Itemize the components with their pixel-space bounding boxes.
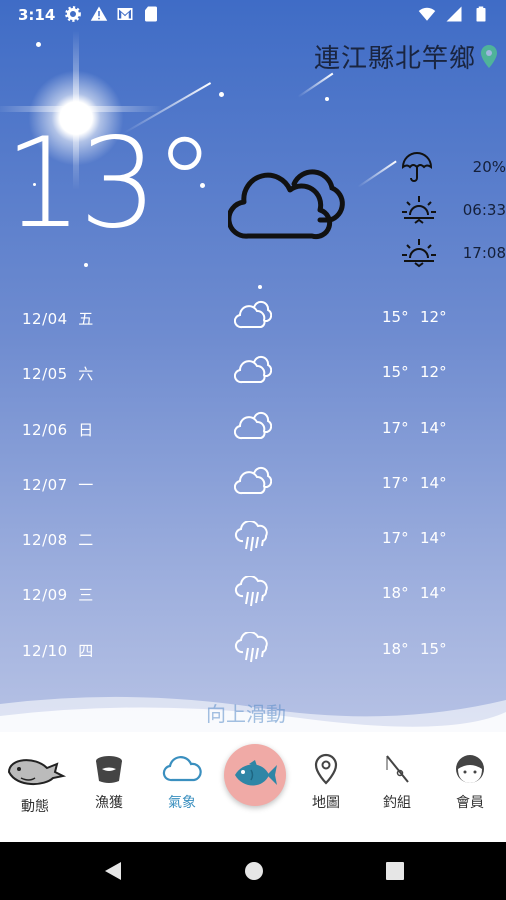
- rain-chance: 20%: [400, 148, 506, 191]
- forecast-date: 12/05 六: [22, 365, 94, 384]
- rain-cloud-icon: [234, 576, 268, 607]
- battery-icon: [476, 6, 486, 22]
- fish-fab-button[interactable]: [224, 744, 286, 806]
- forecast-list: 12/04 五 15° 12° 12/05 六 15° 12° 12/06 日 …: [0, 290, 506, 677]
- rain-chance-value: 20%: [472, 158, 506, 176]
- shooting-star: [357, 160, 397, 188]
- status-bar: 3:14: [0, 0, 506, 30]
- map-pin-icon: [481, 44, 497, 68]
- cloud-icon: [234, 300, 272, 329]
- rain-cloud-icon: [234, 521, 268, 552]
- fishing-rod-icon: [386, 755, 409, 783]
- forecast-row: 12/07 一 17° 14°: [0, 456, 506, 511]
- tab-weather[interactable]: 氣象: [152, 752, 212, 812]
- forecast-low: 12°: [420, 308, 447, 326]
- star: [36, 42, 41, 47]
- recents-icon[interactable]: [384, 860, 406, 882]
- swipe-up-hint[interactable]: 向上滑動: [206, 698, 286, 727]
- tab-dynamics[interactable]: 動態: [5, 750, 67, 816]
- tab-label: 地圖: [312, 795, 340, 811]
- tab-rig[interactable]: 釣組: [367, 752, 427, 812]
- weather-stats: 20% 06:33 17:08: [400, 148, 506, 277]
- rain-cloud-icon: [234, 631, 268, 662]
- bucket-icon: [96, 756, 122, 783]
- forecast-low: 14°: [420, 418, 447, 437]
- forecast-row: 12/08 二 17° 14°: [0, 511, 506, 566]
- sunrise-time: 06:33: [462, 201, 506, 219]
- gmail-icon: [117, 8, 133, 20]
- wifi-icon: [418, 7, 436, 21]
- location-header[interactable]: 連江縣北竿鄉: [314, 38, 498, 75]
- forecast-low: 12°: [420, 363, 447, 382]
- forecast-high: 18°: [382, 584, 409, 603]
- forecast-high: 17°: [382, 473, 409, 492]
- whale-icon: [7, 759, 67, 785]
- forecast-low: 14°: [420, 584, 447, 603]
- forecast-row: 12/04 五 15° 12°: [0, 290, 506, 345]
- tab-label: 氣象: [168, 795, 196, 811]
- tab-label: 會員: [456, 795, 484, 811]
- cloud-icon: [162, 756, 202, 782]
- forecast-date: 12/06 日: [22, 420, 94, 439]
- sunset-icon: [402, 239, 436, 268]
- forecast-low: 14°: [420, 473, 447, 492]
- sunset-time: 17:08: [462, 244, 506, 262]
- forecast-date: 12/10 四: [22, 641, 94, 660]
- forecast-row: 12/06 日 17° 14°: [0, 401, 506, 456]
- gear-icon: [65, 6, 81, 22]
- forecast-high: 17°: [382, 529, 409, 548]
- location-name: 連江縣北竿鄉: [313, 44, 476, 74]
- member-face-icon: [456, 755, 484, 783]
- tab-member[interactable]: 會員: [440, 752, 500, 812]
- star: [84, 263, 88, 267]
- cloud-icon: [234, 411, 272, 439]
- forecast-date: 12/04 五: [22, 310, 94, 328]
- forecast-high: 15°: [382, 308, 409, 326]
- forecast-date: 12/07 一: [22, 475, 94, 494]
- forecast-row: 12/10 四 18° 15°: [0, 622, 506, 677]
- cloud-icon: [228, 169, 345, 240]
- signal-icon: [446, 6, 462, 22]
- status-time: 3:14: [18, 6, 56, 24]
- current-temperature: 13°: [4, 112, 216, 256]
- map-pin-icon: [314, 753, 338, 785]
- forecast-high: 17°: [382, 418, 409, 437]
- sunset: 17:08: [400, 234, 506, 277]
- sunrise: 06:33: [400, 191, 506, 234]
- home-icon[interactable]: [243, 860, 265, 882]
- tab-map[interactable]: 地圖: [296, 752, 356, 812]
- warning-icon: [90, 6, 108, 21]
- system-navigation-bar: [0, 842, 506, 900]
- cloud-icon: [234, 466, 272, 494]
- back-icon[interactable]: [102, 860, 124, 882]
- sunrise-icon: [402, 196, 436, 224]
- star: [258, 285, 262, 289]
- forecast-row: 12/05 六 15° 12°: [0, 345, 506, 400]
- tab-catch[interactable]: 漁獲: [79, 752, 139, 812]
- umbrella-icon: [401, 152, 433, 182]
- forecast-low: 15°: [420, 639, 447, 658]
- sd-card-icon: [145, 6, 157, 22]
- fish-icon: [235, 760, 277, 786]
- cloud-icon: [234, 356, 272, 384]
- tab-label: 釣組: [383, 795, 411, 811]
- forecast-date: 12/09 三: [22, 586, 94, 605]
- forecast-high: 18°: [382, 639, 409, 658]
- tab-label: 動態: [21, 799, 49, 815]
- tab-label: 漁獲: [95, 795, 123, 811]
- shooting-star: [297, 72, 334, 98]
- forecast-high: 15°: [382, 363, 409, 382]
- forecast-low: 14°: [420, 529, 447, 548]
- forecast-row: 12/09 三 18° 14°: [0, 566, 506, 621]
- weather-screen: 3:14 連江縣北竿鄉 13° 20% 06:33 17:08 12/04 五 …: [0, 0, 506, 842]
- forecast-date: 12/08 二: [22, 531, 94, 550]
- star: [325, 97, 329, 101]
- star: [219, 92, 224, 97]
